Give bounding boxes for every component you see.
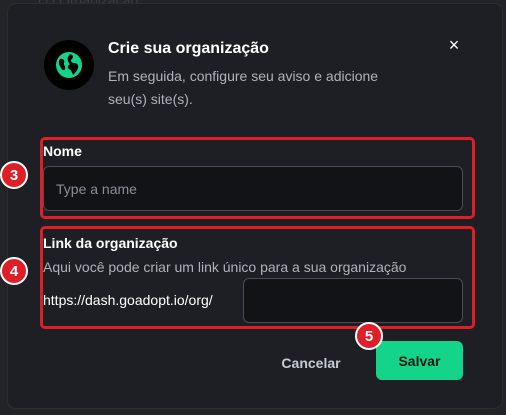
save-button[interactable]: Salvar bbox=[376, 341, 463, 380]
link-help-text: Aqui você pode criar um link único para … bbox=[43, 259, 407, 275]
link-slug-input[interactable] bbox=[243, 278, 463, 323]
cancel-button[interactable]: Cancelar bbox=[266, 344, 356, 382]
link-url-prefix: https://dash.goadopt.io/org/ bbox=[43, 292, 213, 308]
modal-title: Crie sua organização bbox=[108, 40, 269, 57]
step-badge-5: 5 bbox=[355, 322, 383, 350]
create-organization-modal: Crie sua organização Em seguida, configu… bbox=[8, 4, 502, 408]
step-badge-3: 3 bbox=[0, 161, 28, 189]
link-label: Link da organização bbox=[43, 235, 178, 251]
name-label: Nome bbox=[43, 143, 82, 159]
close-icon[interactable]: × bbox=[444, 35, 464, 55]
step-badge-4: 4 bbox=[0, 257, 28, 285]
modal-subtitle: Em seguida, configure seu aviso e adicio… bbox=[108, 68, 379, 107]
globe-icon bbox=[44, 40, 94, 90]
name-input[interactable] bbox=[43, 166, 463, 211]
